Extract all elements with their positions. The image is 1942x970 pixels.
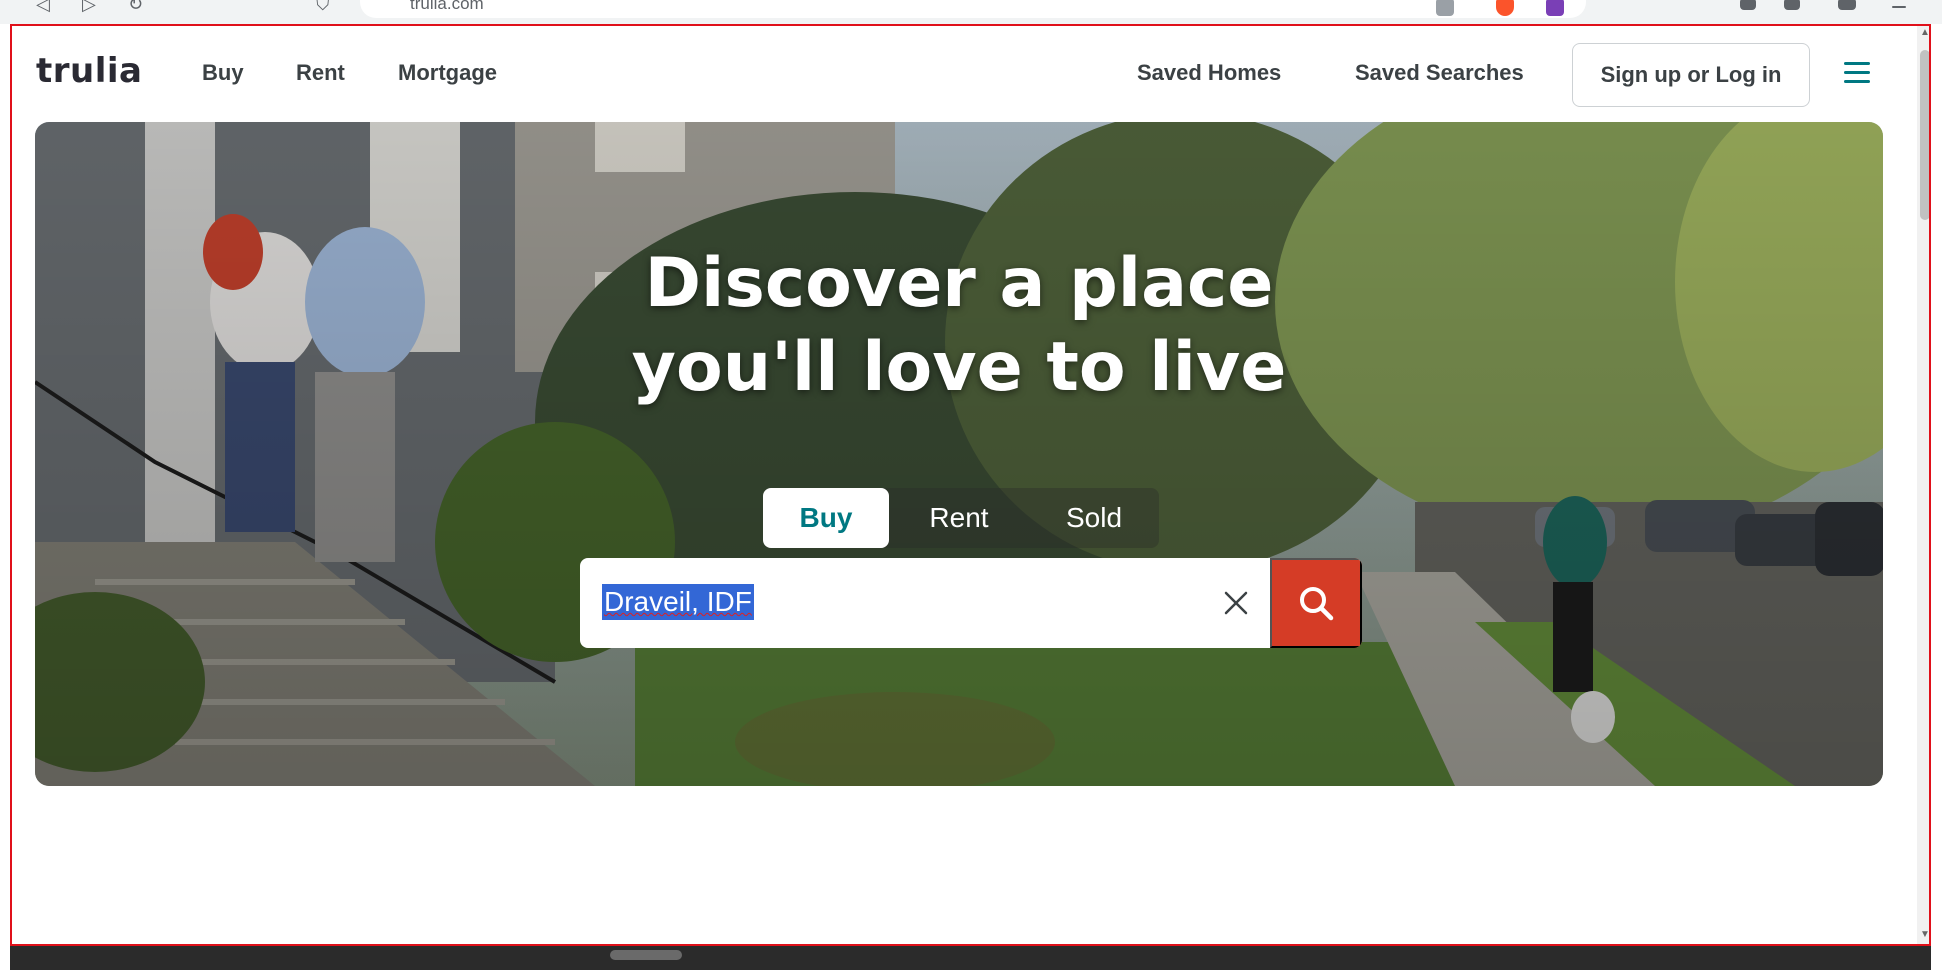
window-icon[interactable]: [1838, 0, 1856, 10]
hamburger-menu-icon[interactable]: [1844, 62, 1870, 84]
trulia-logo[interactable]: trulia: [36, 51, 142, 91]
browser-toolbar: ◁ ▷ ↻ ⛉ trulia.com: [0, 0, 1942, 24]
search-button[interactable]: [1270, 558, 1362, 648]
tab-sold[interactable]: Sold: [1029, 488, 1159, 548]
tab-buy[interactable]: Buy: [763, 488, 889, 548]
login-button[interactable]: Sign up or Log in: [1572, 43, 1810, 107]
minimize-icon[interactable]: [1892, 6, 1906, 8]
saved-searches-link[interactable]: Saved Searches: [1355, 60, 1524, 86]
hero-headline-line1: Discover a place: [644, 244, 1274, 323]
back-icon[interactable]: ◁: [36, 0, 56, 14]
hero-banner: Discover a place you'll love to live Buy…: [35, 122, 1883, 786]
location-search-box: Draveil, IDF: [580, 558, 1362, 648]
scroll-down-icon[interactable]: ▼: [1920, 930, 1929, 940]
extensions-icon[interactable]: [1740, 0, 1756, 10]
media-icon[interactable]: [1784, 0, 1800, 10]
search-input-value: Draveil, IDF: [604, 586, 752, 617]
hero-headline: Discover a place you'll love to live: [35, 242, 1883, 410]
scroll-up-icon[interactable]: ▲: [1920, 28, 1929, 38]
saved-homes-link[interactable]: Saved Homes: [1137, 60, 1281, 86]
search-icon: [1300, 587, 1334, 621]
page-viewport: trulia Buy Rent Mortgage Saved Homes Sav…: [10, 24, 1931, 946]
nav-buy[interactable]: Buy: [202, 60, 244, 86]
tab-rent[interactable]: Rent: [889, 488, 1029, 548]
hero-background-image: [35, 122, 1883, 786]
scrollbar-thumb[interactable]: [1920, 50, 1929, 220]
nav-rent[interactable]: Rent: [296, 60, 345, 86]
reload-icon[interactable]: ↻: [128, 0, 148, 14]
url-text: trulia.com: [410, 0, 484, 13]
brave-rewards-icon[interactable]: [1546, 0, 1564, 16]
hero-headline-line2: you'll love to live: [631, 328, 1287, 407]
search-input[interactable]: Draveil, IDF: [602, 584, 754, 620]
reader-icon[interactable]: [1436, 0, 1454, 16]
horizontal-scrollbar-thumb[interactable]: [610, 950, 682, 960]
address-bar[interactable]: trulia.com: [360, 0, 1586, 18]
bookmark-icon[interactable]: ⛉: [316, 0, 336, 14]
nav-mortgage[interactable]: Mortgage: [398, 60, 497, 86]
site-header: trulia Buy Rent Mortgage Saved Homes Sav…: [12, 26, 1929, 122]
clear-search-icon[interactable]: [1220, 587, 1252, 619]
search-type-tabs: Buy Rent Sold: [763, 488, 1159, 548]
vertical-scrollbar[interactable]: ▲ ▼: [1917, 26, 1929, 944]
forward-icon[interactable]: ▷: [82, 0, 102, 14]
horizontal-scrollbar[interactable]: [10, 946, 1931, 970]
